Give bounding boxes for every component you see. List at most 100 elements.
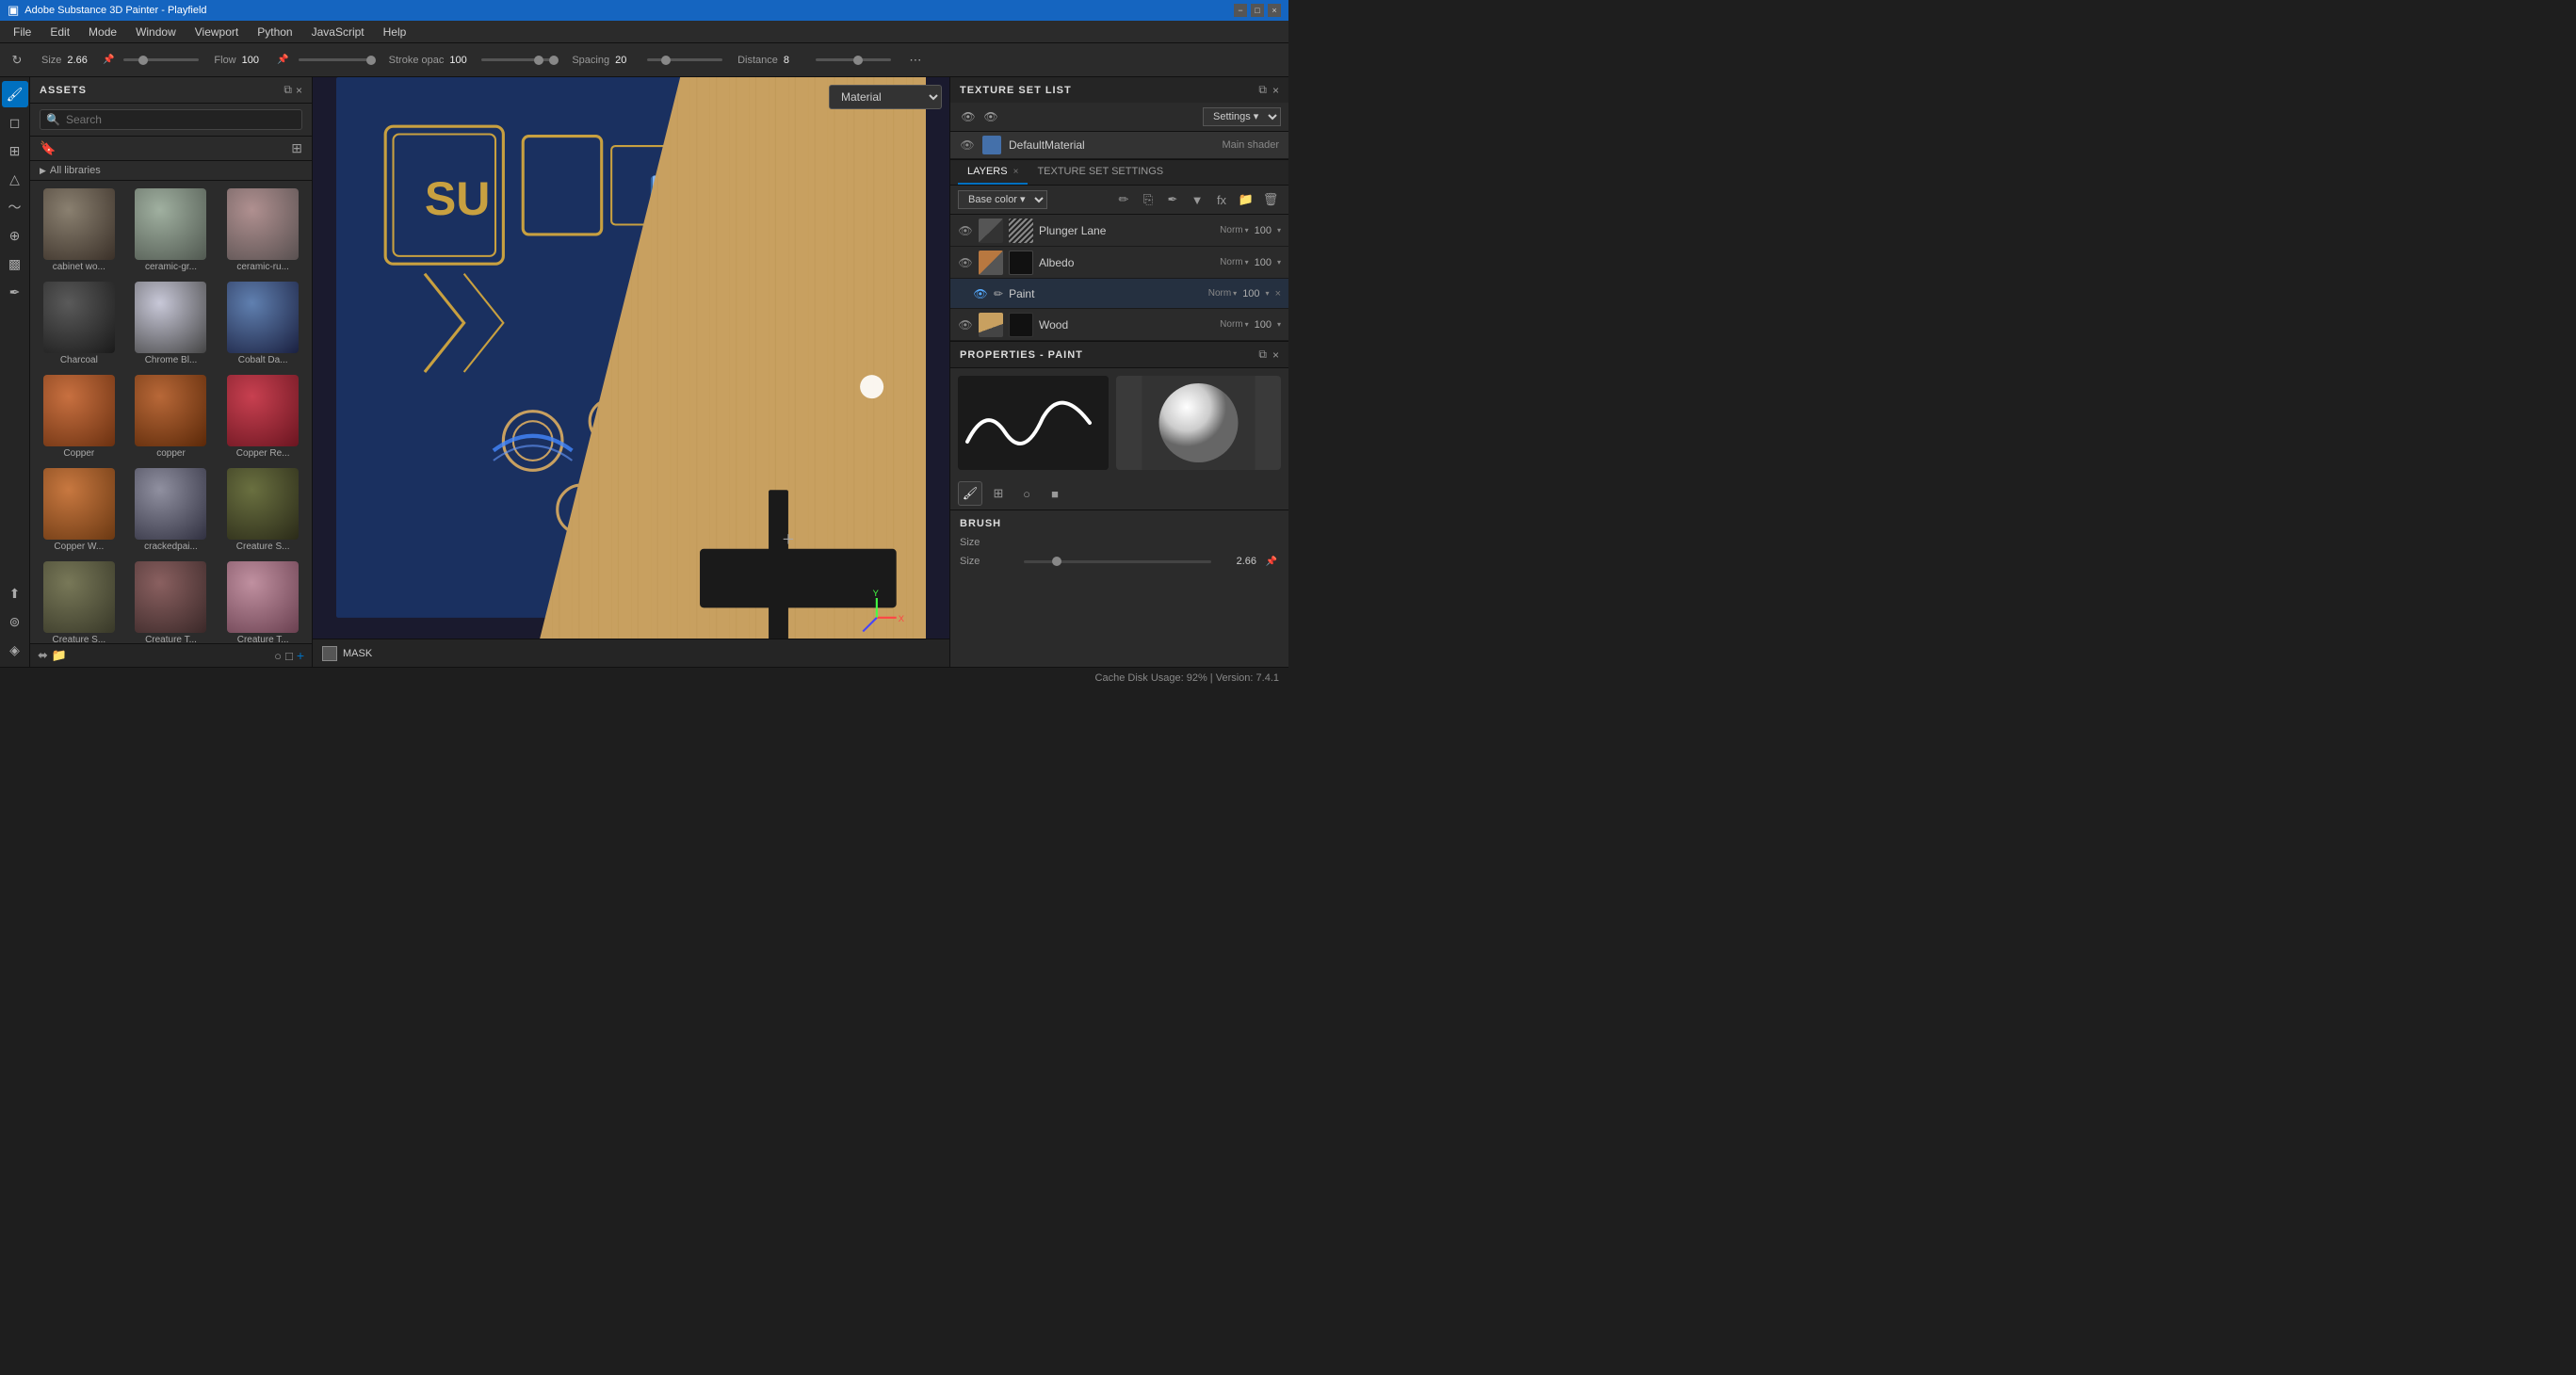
tool-clone[interactable]: ⊕ xyxy=(2,222,28,249)
size-pin-btn[interactable]: 📌 xyxy=(99,51,118,70)
prop-tab-texture[interactable]: ⊞ xyxy=(986,481,1011,506)
menu-edit[interactable]: Edit xyxy=(41,24,79,40)
properties-float-btn[interactable]: ⧉ xyxy=(1258,348,1267,362)
texture-set-float-btn[interactable]: ⧉ xyxy=(1258,83,1267,97)
layer-wood-thumb xyxy=(979,313,1003,337)
tab-texture-set-settings[interactable]: TEXTURE SET SETTINGS xyxy=(1028,160,1173,185)
tool-smudge[interactable]: 〜 xyxy=(2,194,28,220)
viewport[interactable]: SU xyxy=(313,77,949,667)
tool-fill[interactable]: ▩ xyxy=(2,251,28,277)
asset-item[interactable]: ceramic-gr... xyxy=(128,186,215,274)
close-button[interactable]: × xyxy=(1268,4,1281,17)
assets-filter-btn[interactable]: 🔖 xyxy=(40,140,56,156)
tab-layers[interactable]: LAYERS × xyxy=(958,160,1028,185)
layer-folder-btn[interactable]: 📁 xyxy=(1236,189,1256,210)
tool-paint[interactable]: 🖌 xyxy=(2,81,28,107)
tool-export[interactable]: ⬆ xyxy=(2,580,28,607)
asset-item[interactable]: copper xyxy=(128,373,215,461)
asset-item[interactable]: crackedpai... xyxy=(128,466,215,554)
layers-section: LAYERS × TEXTURE SET SETTINGS Base color… xyxy=(950,160,1288,342)
layers-tab-close[interactable]: × xyxy=(1013,167,1019,177)
toolbar-rotate-icon[interactable]: ↻ xyxy=(8,51,26,70)
asset-item[interactable]: Copper xyxy=(36,373,122,461)
menu-help[interactable]: Help xyxy=(374,24,416,40)
asset-item[interactable]: Creature S... xyxy=(219,466,306,554)
minimize-button[interactable]: − xyxy=(1234,4,1247,17)
assets-float-btn[interactable]: ⧉ xyxy=(284,83,292,97)
svg-text:X: X xyxy=(899,614,905,623)
assets-add-btn[interactable]: + xyxy=(297,648,304,663)
prop-tab-brush[interactable]: 🖌 xyxy=(958,481,982,506)
settings-dropdown[interactable]: Settings ▾ xyxy=(1203,107,1281,126)
assets-doc-btn[interactable]: □ xyxy=(285,648,293,663)
texture-set-item-default[interactable]: 👁 DefaultMaterial Main shader xyxy=(950,132,1288,159)
layer-add-fill-btn[interactable]: ▼ xyxy=(1187,189,1207,210)
assets-close-btn[interactable]: × xyxy=(296,83,302,97)
asset-item[interactable]: Charcoal xyxy=(36,280,122,367)
properties-close-btn[interactable]: × xyxy=(1272,348,1279,362)
menu-viewport[interactable]: Viewport xyxy=(186,24,248,40)
tool-projection[interactable]: ⊞ xyxy=(2,138,28,164)
menu-file[interactable]: File xyxy=(4,24,41,40)
size-slider[interactable] xyxy=(123,58,199,61)
texture-set-vis-btn[interactable]: 👁 xyxy=(960,138,975,152)
tool-bake[interactable]: ⊚ xyxy=(2,608,28,635)
texture-set-close-btn[interactable]: × xyxy=(1272,83,1279,97)
layer-copy-btn[interactable]: ⎘ xyxy=(1138,189,1158,210)
assets-send-btn[interactable]: ⬌ xyxy=(38,648,48,663)
assets-folder-btn[interactable]: 📁 xyxy=(52,648,67,663)
tool-eraser[interactable]: ◻ xyxy=(2,109,28,136)
layer-delete-btn[interactable]: 🗑 xyxy=(1260,189,1281,210)
menu-javascript[interactable]: JavaScript xyxy=(302,24,374,40)
material-dropdown[interactable]: Material xyxy=(829,85,942,109)
brush-size-pin[interactable]: 📌 xyxy=(1264,554,1279,569)
flow-pin-btn[interactable]: 📌 xyxy=(274,51,293,70)
maximize-button[interactable]: □ xyxy=(1251,4,1264,17)
assets-grid-btn[interactable]: ⊞ xyxy=(291,140,302,156)
brush-size-slider[interactable] xyxy=(1024,560,1211,563)
menu-python[interactable]: Python xyxy=(248,24,301,40)
prop-tab-material[interactable]: ○ xyxy=(1014,481,1039,506)
toolbar-extra-btn[interactable]: ⋯ xyxy=(906,51,925,70)
asset-item[interactable]: Copper W... xyxy=(36,466,122,554)
asset-item[interactable]: Creature S... xyxy=(36,559,122,643)
stroke-slider[interactable] xyxy=(481,58,557,61)
assets-circle-btn[interactable]: ○ xyxy=(274,648,282,663)
menu-window[interactable]: Window xyxy=(126,24,186,40)
prop-tab-color[interactable]: ■ xyxy=(1043,481,1067,506)
layer-plunger-lane[interactable]: 👁 Plunger Lane Norm ▾ 100 ▾ xyxy=(950,215,1288,247)
layer-wood-vis[interactable]: 👁 xyxy=(958,318,973,332)
blend-mode-dropdown[interactable]: Base color ▾ xyxy=(958,190,1047,209)
asset-item[interactable]: Creature T... xyxy=(219,559,306,643)
texture-set-view-btn1[interactable]: 👁 xyxy=(958,106,979,127)
layer-add-paint-btn[interactable]: ✏ xyxy=(1113,189,1134,210)
asset-thumb xyxy=(227,561,299,633)
asset-item[interactable]: Copper Re... xyxy=(219,373,306,461)
tool-picker[interactable]: ✒ xyxy=(2,279,28,305)
tool-display[interactable]: ◈ xyxy=(2,637,28,663)
asset-item[interactable]: Chrome Bl... xyxy=(128,280,215,367)
asset-item[interactable]: Creature T... xyxy=(128,559,215,643)
tools-sidebar: 🖌 ◻ ⊞ △ 〜 ⊕ ▩ ✒ ⬆ ⊚ ◈ xyxy=(0,77,30,667)
paint-sublayer[interactable]: 👁 ✏ Paint Norm ▾ 100 ▾ × xyxy=(950,279,1288,309)
texture-set-view-btn2[interactable]: 👁 xyxy=(980,106,1001,127)
menu-mode[interactable]: Mode xyxy=(79,24,126,40)
layer-add-mask-btn[interactable]: ✒ xyxy=(1162,189,1183,210)
spacing-slider[interactable] xyxy=(647,58,722,61)
flow-slider[interactable] xyxy=(299,58,374,61)
tool-geometry[interactable]: △ xyxy=(2,166,28,192)
distance-slider[interactable] xyxy=(816,58,891,61)
asset-item[interactable]: cabinet wo... xyxy=(36,186,122,274)
paint-layer-close[interactable]: × xyxy=(1275,288,1281,299)
asset-item[interactable]: ceramic-ru... xyxy=(219,186,306,274)
layer-wood[interactable]: 👁 Wood Norm ▾ 100 ▾ xyxy=(950,309,1288,341)
layer-add-effects-btn[interactable]: fx xyxy=(1211,189,1232,210)
layer-albedo-vis[interactable]: 👁 xyxy=(958,256,973,269)
paint-layer-vis[interactable]: 👁 xyxy=(973,287,988,300)
properties-panel: PROPERTIES - PAINT ⧉ × xyxy=(950,342,1288,667)
layer-plunger-vis[interactable]: 👁 xyxy=(958,224,973,237)
search-input[interactable] xyxy=(66,113,296,126)
breadcrumb-label[interactable]: All libraries xyxy=(50,165,101,176)
asset-item[interactable]: Cobalt Da... xyxy=(219,280,306,367)
layer-albedo[interactable]: 👁 Albedo Norm ▾ 100 ▾ xyxy=(950,247,1288,279)
